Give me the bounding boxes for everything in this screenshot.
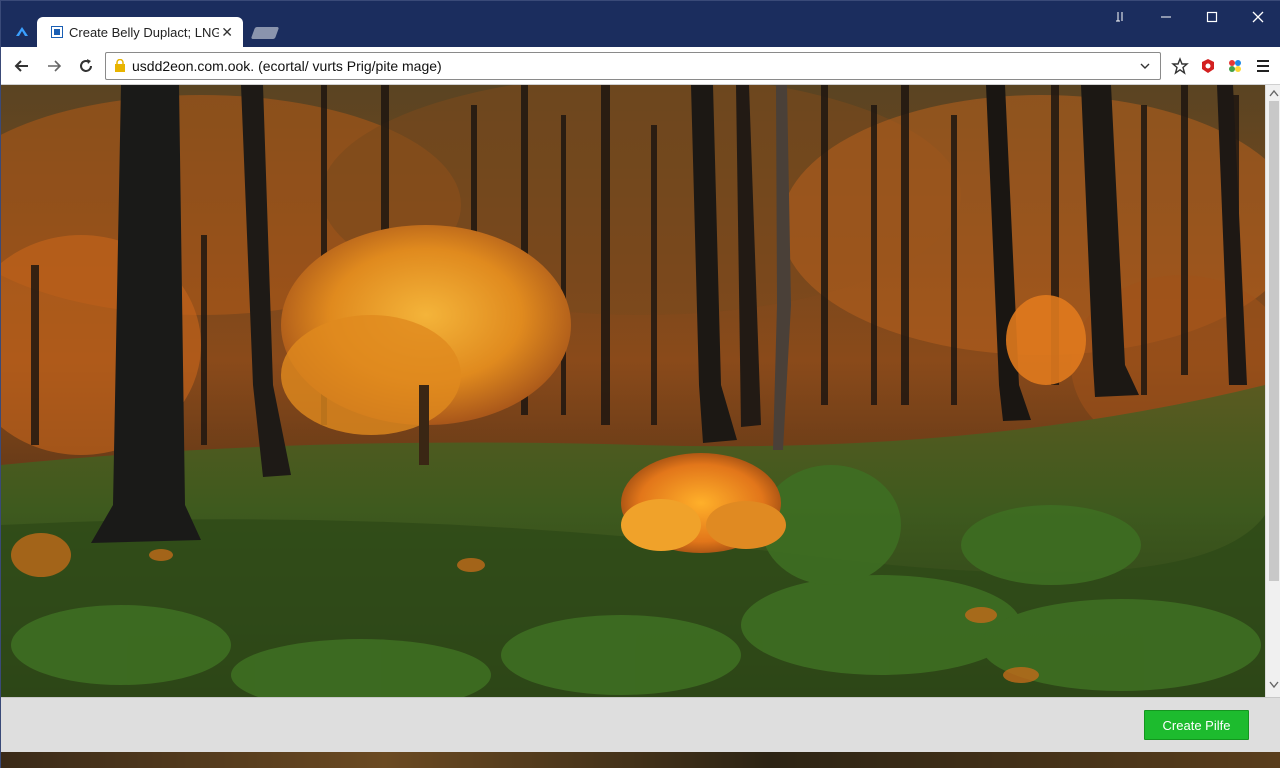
address-bar[interactable]	[105, 52, 1161, 80]
dropdown-icon[interactable]	[1138, 59, 1152, 73]
forward-icon[interactable]	[41, 53, 67, 79]
extension-icon[interactable]	[1196, 53, 1220, 79]
menu-icon[interactable]	[1251, 53, 1275, 79]
browser-toolbar	[1, 47, 1280, 85]
profile-icon[interactable]	[1223, 53, 1247, 79]
window-controls	[1097, 1, 1280, 33]
tab-favicon-icon	[51, 26, 63, 38]
close-icon[interactable]	[1235, 1, 1280, 33]
scroll-thumb[interactable]	[1269, 101, 1279, 581]
reload-icon[interactable]	[73, 53, 99, 79]
scroll-down-icon[interactable]	[1268, 679, 1280, 691]
vertical-scrollbar[interactable]	[1265, 85, 1280, 697]
star-icon[interactable]	[1168, 53, 1192, 79]
lock-icon	[115, 59, 125, 72]
maximize-icon[interactable]	[1189, 1, 1235, 33]
tab-title: Create Belly Duplact; LNG	[69, 24, 220, 40]
forest-photo	[1, 85, 1265, 697]
browser-window: Create Belly Duplact; LNG ✕ usdd2eon.com…	[0, 0, 1280, 768]
create-file-button[interactable]: Create Pilfe	[1144, 710, 1249, 740]
bottom-image-strip	[1, 752, 1280, 768]
title-bar: Create Belly Duplact; LNG ✕	[1, 1, 1280, 47]
active-tab[interactable]: Create Belly Duplact; LNG ✕	[37, 17, 243, 47]
back-icon[interactable]	[9, 53, 35, 79]
page-viewport	[1, 85, 1265, 697]
url-input[interactable]	[132, 58, 1138, 74]
pin-icon[interactable]	[1097, 1, 1143, 33]
browser-logo-icon	[13, 23, 31, 39]
tab-close-icon[interactable]: ✕	[219, 24, 235, 41]
scroll-up-icon[interactable]	[1268, 87, 1280, 99]
new-tab-button[interactable]	[250, 27, 280, 39]
footer-action-bar: Create Pilfe	[1, 697, 1280, 752]
minimize-icon[interactable]	[1143, 1, 1189, 33]
